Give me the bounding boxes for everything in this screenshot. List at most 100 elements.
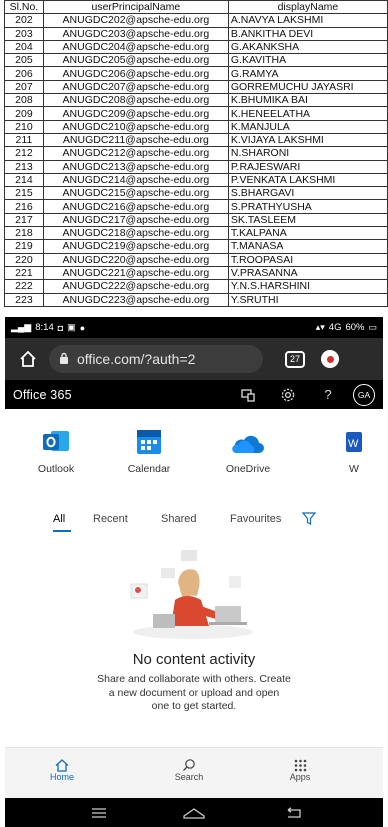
filter-funnel-icon[interactable] — [301, 512, 317, 528]
recording-indicator-icon[interactable] — [321, 350, 339, 368]
table-row: 211 ANUGDC211@apsche-edu.org K.VIJAYA LAKS… — [4, 132, 388, 148]
cell-sl-no: 222 — [4, 279, 44, 294]
cell-display-name: P.VENKATA LAKSHMI — [227, 172, 388, 188]
cell-sl-no: 217 — [4, 212, 44, 228]
mail-notification-icon: ▣ — [67, 322, 76, 332]
cell-user-principal-name: ANUGDC209@apsche-edu.org — [42, 106, 229, 121]
tab-favourites[interactable]: Favourites — [230, 513, 281, 525]
cell-user-principal-name: ANUGDC214@apsche-edu.org — [42, 172, 229, 188]
cell-display-name: K.VIJAYA LAKSHMI — [227, 132, 388, 148]
cell-sl-no: 208 — [4, 93, 44, 108]
cell-sl-no: 204 — [4, 39, 44, 55]
cell-display-name: G.RAMYA — [227, 66, 388, 81]
nav-home[interactable]: Home — [32, 758, 92, 782]
avatar[interactable]: GA — [353, 383, 375, 406]
table-row: 217 ANUGDC217@apsche-edu.org SK.TASLEEM — [4, 212, 388, 228]
system-home-icon[interactable] — [183, 806, 205, 824]
cell-user-principal-name: ANUGDC211@apsche-edu.org — [42, 132, 229, 148]
header-user-principal-name: userPrincipalName — [42, 0, 229, 15]
cell-display-name: Y.N.S.HARSHINI — [227, 279, 388, 294]
cell-display-name: Y.SRUTHI — [227, 292, 388, 307]
empty-state-line-2: a new document or upload and open — [108, 686, 280, 699]
home-icon[interactable] — [15, 346, 41, 372]
cell-sl-no: 215 — [4, 186, 44, 201]
app-title: Office 365 — [13, 387, 72, 402]
document-filter-tabs: All Recent Shared Favourites — [5, 512, 383, 537]
nav-apps[interactable]: Apps — [270, 758, 330, 782]
cell-user-principal-name: ANUGDC213@apsche-edu.org — [42, 159, 229, 174]
cell-display-name: S.BHARGAVI — [227, 186, 388, 201]
word-icon: W — [338, 427, 383, 455]
status-bar: ▂▄▆ 8:14 ◘ ▣ ● ▴▾ 4G 60% ▭ — [5, 317, 383, 338]
app-word[interactable]: W W — [338, 427, 383, 475]
cell-display-name: SK.TASLEEM — [227, 212, 388, 228]
header-display-name: displayName — [227, 0, 388, 15]
table-row: 216 ANUGDC216@apsche-edu.org S.PRATHYUSHA — [4, 199, 388, 214]
cell-sl-no: 214 — [4, 172, 44, 188]
cell-display-name: GORREMUCHU JAYASRI — [227, 79, 388, 95]
help-icon[interactable]: ? — [317, 384, 339, 406]
cell-sl-no: 216 — [4, 199, 44, 214]
office-app-bar: Office 365 ? GA — [5, 380, 383, 409]
nav-search-label: Search — [174, 772, 204, 782]
cell-sl-no: 210 — [4, 119, 44, 134]
nav-search[interactable]: Search — [159, 758, 219, 782]
cell-user-principal-name: ANUGDC220@apsche-edu.org — [42, 252, 229, 267]
cell-user-principal-name: ANUGDC218@apsche-edu.org — [42, 226, 229, 241]
browser-address-bar: office.com/?auth=2 27 — [5, 338, 383, 380]
table-body: 202 ANUGDC202@apsche-edu.org A.NAVYA LAKSH… — [4, 13, 388, 307]
cell-display-name: T.MANASA — [227, 239, 388, 254]
app-calendar[interactable]: Calendar — [109, 427, 189, 475]
table-row: 223 ANUGDC223@apsche-edu.org Y.SRUTHI — [4, 292, 388, 307]
app-outlook[interactable]: Outlook — [16, 427, 96, 475]
table-row: 203 ANUGDC203@apsche-edu.org B.ANKITHA DEV… — [4, 26, 388, 41]
table-row: 212 ANUGDC212@apsche-edu.org N.SHARONI — [4, 146, 388, 161]
cell-sl-no: 207 — [4, 79, 44, 95]
cell-display-name: K.HENEELATHA — [227, 106, 388, 121]
table-row: 210 ANUGDC210@apsche-edu.org K.MANJULA — [4, 119, 388, 134]
lock-icon — [59, 351, 69, 367]
table-row: 202 ANUGDC202@apsche-edu.org A.NAVYA LAKSH… — [4, 13, 388, 28]
tab-recent[interactable]: Recent — [93, 513, 128, 525]
cell-user-principal-name: ANUGDC202@apsche-edu.org — [42, 13, 229, 28]
menu-icon[interactable] — [91, 806, 107, 824]
app-label-onedrive: OneDrive — [225, 463, 271, 475]
cell-sl-no: 202 — [4, 13, 44, 28]
switch-device-icon[interactable] — [237, 384, 259, 406]
table-row: 204 ANUGDC204@apsche-edu.org G.AKANKSHA — [4, 39, 388, 55]
cell-sl-no: 220 — [4, 252, 44, 267]
app-launcher-row: Outlook Calendar OneDrive W W — [5, 427, 383, 477]
empty-state-title: No content activity — [132, 651, 256, 668]
table-row: 222 ANUGDC222@apsche-edu.org Y.N.S.HARSHIN… — [4, 279, 388, 294]
home-nav-icon — [32, 758, 92, 772]
cell-display-name: A.NAVYA LAKSHMI — [227, 13, 388, 28]
settings-gear-icon[interactable] — [277, 384, 299, 406]
network-icon: ▴▾ — [315, 322, 325, 332]
cell-user-principal-name: ANUGDC223@apsche-edu.org — [42, 292, 229, 307]
url-field[interactable]: office.com/?auth=2 — [49, 345, 263, 373]
nav-apps-label: Apps — [289, 772, 311, 782]
back-icon[interactable] — [285, 806, 303, 824]
cell-sl-no: 219 — [4, 239, 44, 254]
cell-display-name: K.MANJULA — [227, 119, 388, 134]
empty-state-line-1: Share and collaborate with others. Creat… — [97, 673, 291, 685]
network-type: 4G — [328, 322, 342, 333]
cell-user-principal-name: ANUGDC206@apsche-edu.org — [42, 66, 229, 81]
app-onedrive[interactable]: OneDrive — [208, 427, 288, 475]
table-row: 219 ANUGDC219@apsche-edu.org T.MANASA — [4, 239, 388, 254]
tab-all[interactable]: All — [53, 513, 65, 525]
cell-user-principal-name: ANUGDC222@apsche-edu.org — [42, 279, 229, 294]
cell-display-name: K.BHUMIKA BAI — [227, 93, 388, 108]
tab-shared[interactable]: Shared — [161, 513, 196, 525]
cell-user-principal-name: ANUGDC219@apsche-edu.org — [42, 239, 229, 254]
battery-icon: ▭ — [368, 322, 377, 332]
tab-count-button[interactable]: 27 — [285, 350, 305, 368]
apps-grid-icon — [270, 758, 330, 772]
app-label-word: W — [349, 463, 359, 475]
header-sl-no: Sl.No. — [4, 0, 44, 15]
svg-text:W: W — [348, 438, 359, 450]
table-row: 220 ANUGDC220@apsche-edu.org T.ROOPASAI — [4, 252, 388, 267]
table-row: 207 ANUGDC207@apsche-edu.org GORREMUCHU JA… — [4, 79, 388, 95]
cell-display-name: V.PRASANNA — [227, 265, 388, 281]
cell-sl-no: 211 — [4, 132, 44, 148]
